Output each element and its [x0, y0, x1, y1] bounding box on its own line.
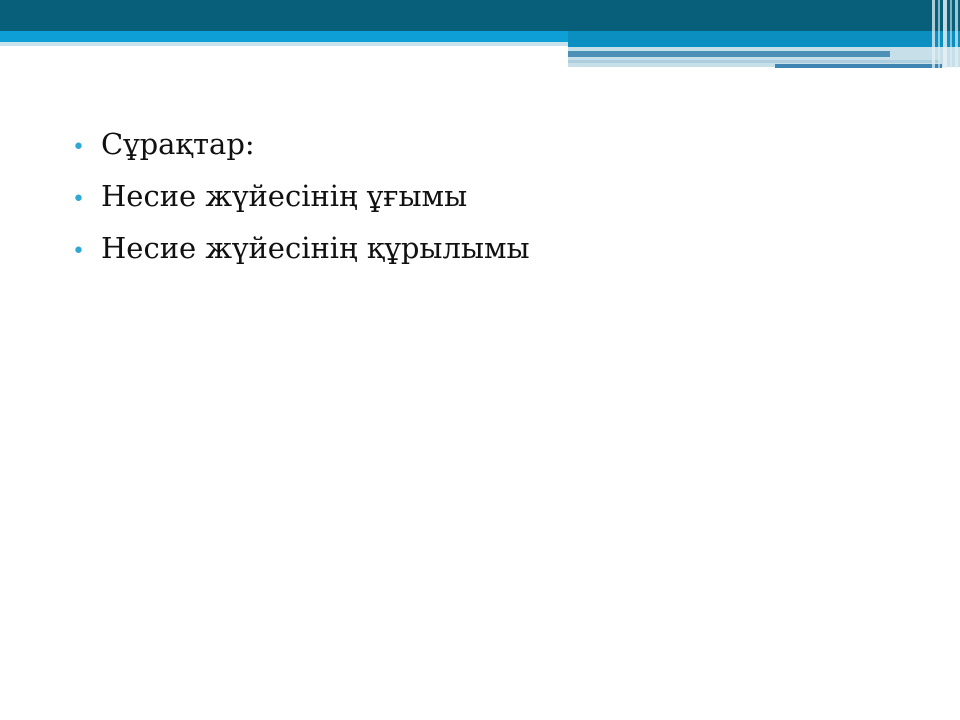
- header-vertical-bar: [938, 0, 940, 68]
- header-vertical-bar: [932, 0, 935, 68]
- bullet-text: Несие жүйесінің құрылымы: [101, 231, 530, 265]
- bullet-item: • Сұрақтар:: [72, 120, 892, 172]
- bullet-icon: •: [72, 187, 85, 212]
- slide: • Сұрақтар: • Несие жүйесінің ұғымы • Не…: [0, 0, 960, 720]
- header-vertical-bars: [928, 0, 960, 68]
- header-vertical-bar: [943, 0, 947, 68]
- header-stripe: [775, 64, 942, 68]
- bullet-text: Сұрақтар:: [101, 127, 255, 161]
- header-accent-teal: [568, 31, 960, 47]
- header-vertical-bar: [955, 0, 958, 68]
- bullet-item: • Несие жүйесінің құрылымы: [72, 224, 892, 276]
- header-band-pale: [0, 42, 568, 46]
- bullet-icon: •: [72, 135, 85, 160]
- bullet-list: • Сұрақтар: • Несие жүйесінің ұғымы • Не…: [72, 120, 892, 276]
- header-vertical-bar: [950, 0, 952, 68]
- header-stripe: [568, 60, 940, 63]
- bullet-text: Несие жүйесінің ұғымы: [101, 179, 468, 213]
- header-band-dark: [0, 0, 960, 31]
- header-stripe: [568, 51, 890, 57]
- header-band-blue: [0, 31, 568, 42]
- bullet-icon: •: [72, 239, 85, 264]
- bullet-item: • Несие жүйесінің ұғымы: [72, 172, 892, 224]
